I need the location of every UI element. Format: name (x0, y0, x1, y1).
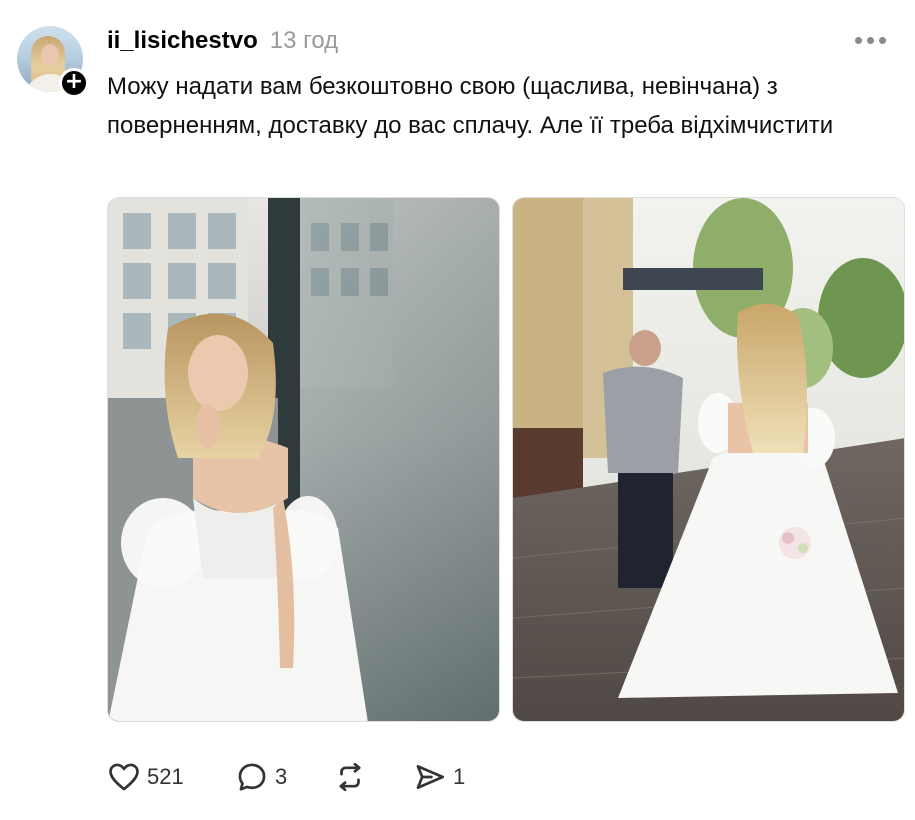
comment-bubble-icon (238, 763, 266, 791)
like-count: 521 (147, 764, 184, 789)
comment-count: 3 (275, 764, 288, 789)
comment-button[interactable]: 3 (235, 760, 333, 794)
post-timestamp[interactable]: 13 год (270, 27, 338, 55)
repost-button[interactable] (333, 760, 413, 794)
share-count: 1 (453, 764, 466, 789)
bride-portrait-photo (108, 198, 499, 721)
heart-icon (109, 763, 139, 791)
like-button[interactable]: 521 (107, 760, 235, 794)
more-dots-icon[interactable] (855, 30, 891, 50)
post-header: ii_lisichestvo 13 год (107, 27, 338, 57)
send-icon (416, 765, 445, 789)
couple-walking-photo (513, 198, 904, 721)
share-button[interactable]: 1 (413, 760, 465, 794)
username-link[interactable]: ii_lisichestvo (107, 27, 258, 55)
avatar[interactable]: + (17, 26, 89, 98)
post-text: Можу надати вам безкоштовно свою (щаслив… (107, 73, 834, 139)
post-actions-bar: 521 3 1 (107, 758, 465, 796)
post-image-bride-portrait[interactable] (107, 197, 500, 722)
repost-icon (339, 762, 361, 792)
follow-plus-button[interactable]: + (59, 68, 89, 98)
post-image-couple-walking[interactable] (512, 197, 905, 722)
